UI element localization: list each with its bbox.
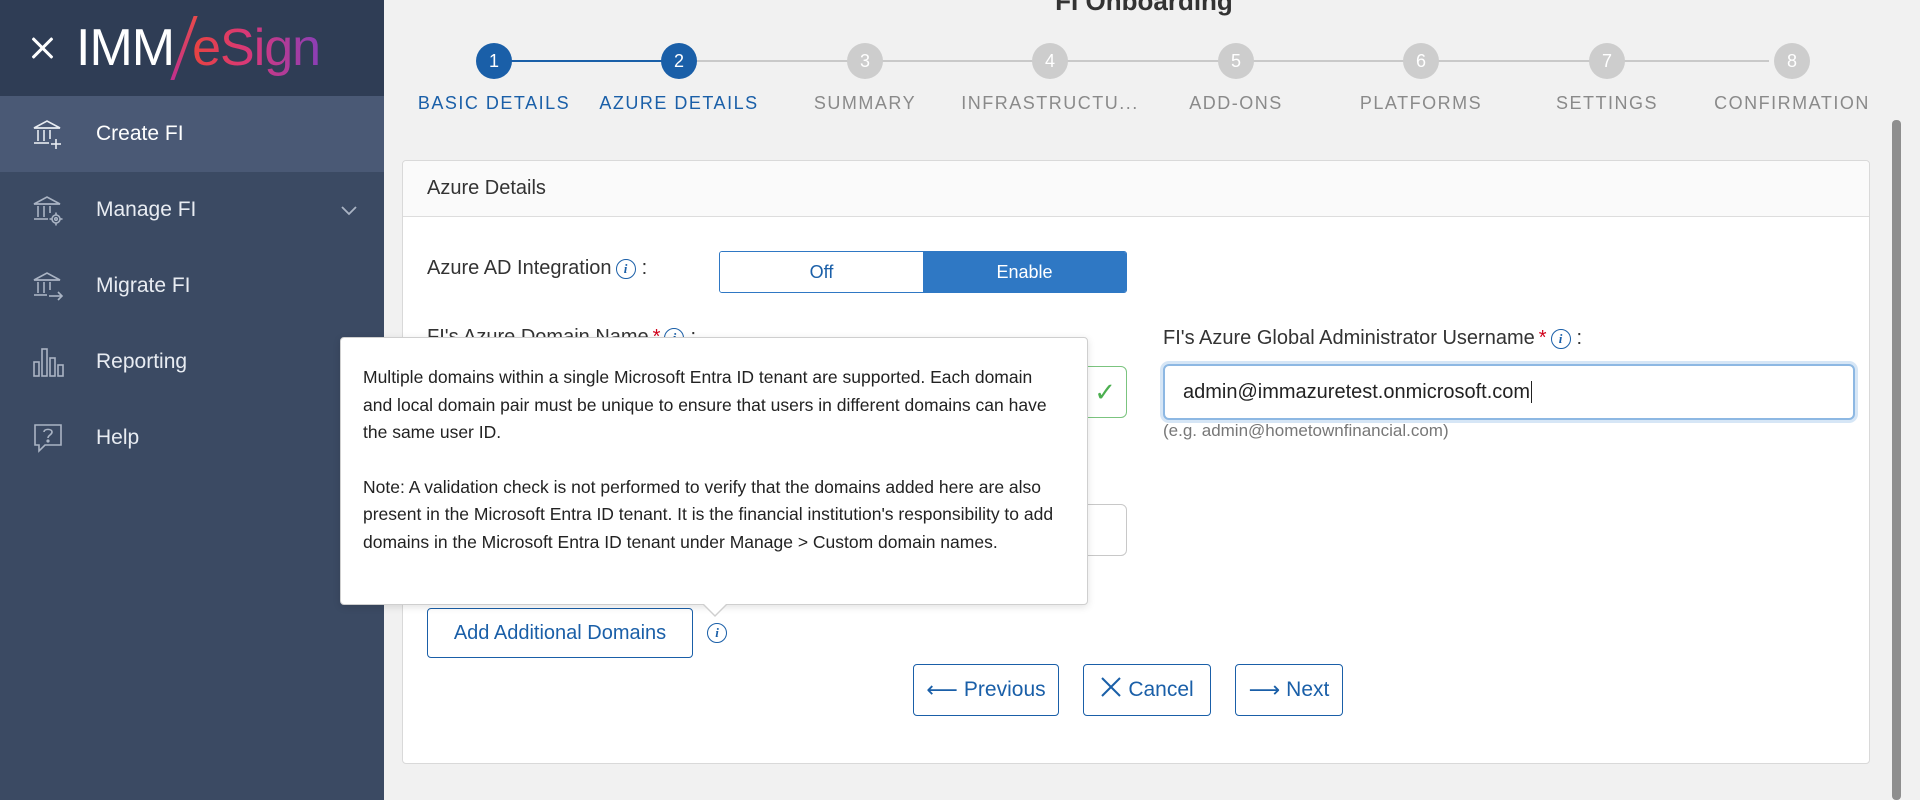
step-number: 8 bbox=[1774, 43, 1810, 79]
bar-chart-icon bbox=[28, 342, 68, 382]
step-number: 2 bbox=[661, 43, 697, 79]
step-azure-details[interactable]: 2 AZURE DETAILS bbox=[584, 40, 774, 114]
sidebar-item-label: Reporting bbox=[96, 350, 188, 373]
step-label: ADD-ONS bbox=[1189, 93, 1283, 113]
sidebar-item-reporting[interactable]: Reporting bbox=[0, 324, 384, 400]
toggle-enable-option[interactable]: Enable bbox=[923, 252, 1126, 292]
azure-ad-integration-label: Azure AD Integration i : bbox=[427, 257, 647, 280]
azure-ad-toggle[interactable]: Off Enable bbox=[719, 251, 1127, 293]
toggle-off-option[interactable]: Off bbox=[720, 252, 923, 292]
input-value: admin@immazuretest.onmicrosoft.com bbox=[1183, 380, 1531, 403]
step-confirmation[interactable]: 8 CONFIRMATION bbox=[1697, 40, 1887, 114]
page-title: FI Onboarding bbox=[1055, 0, 1233, 16]
button-label: Cancel bbox=[1128, 678, 1194, 701]
step-number: 5 bbox=[1218, 43, 1254, 79]
step-add-ons[interactable]: 5 ADD-ONS bbox=[1141, 40, 1331, 114]
bank-gear-icon bbox=[28, 190, 68, 230]
cancel-button[interactable]: Cancel bbox=[1083, 664, 1211, 716]
button-label: Previous bbox=[963, 678, 1046, 701]
bank-arrow-icon bbox=[28, 266, 68, 306]
label-colon: : bbox=[641, 257, 648, 279]
next-button[interactable]: ⟶ Next bbox=[1235, 664, 1343, 716]
question-bubble-icon bbox=[28, 418, 68, 458]
card-title: Azure Details bbox=[403, 161, 1869, 217]
field-label-text: Azure AD Integration bbox=[427, 257, 612, 279]
label-colon: : bbox=[1576, 327, 1583, 349]
field-label-text: FI's Azure Global Administrator Username bbox=[1163, 327, 1535, 349]
logo-text-imm: IMM bbox=[76, 19, 175, 77]
step-number: 3 bbox=[847, 43, 883, 79]
sidebar-item-manage-fi[interactable]: Manage FI bbox=[0, 172, 384, 248]
sidebar-item-label: Help bbox=[96, 426, 140, 449]
logo-text-esign: eSign bbox=[192, 19, 321, 77]
step-label: AZURE DETAILS bbox=[599, 93, 759, 113]
sidebar-item-migrate-fi[interactable]: Migrate FI bbox=[0, 248, 384, 324]
arrow-right-icon: ⟶ bbox=[1248, 677, 1281, 702]
step-number: 6 bbox=[1403, 43, 1439, 79]
brand-logo: IMM eSign bbox=[76, 16, 321, 80]
step-label: SUMMARY bbox=[813, 93, 917, 113]
tooltip-paragraph: Note: A validation check is not performe… bbox=[363, 476, 1054, 552]
step-settings[interactable]: 7 SETTINGS bbox=[1512, 40, 1702, 114]
step-number: 4 bbox=[1032, 43, 1068, 79]
add-additional-domains-button[interactable]: Add Additional Domains bbox=[427, 608, 693, 658]
close-icon bbox=[1100, 676, 1122, 704]
step-infrastructure[interactable]: 4 INFRASTRUCTU... bbox=[955, 40, 1145, 114]
step-label: BASIC DETAILS bbox=[417, 93, 571, 113]
info-icon[interactable]: i bbox=[615, 258, 636, 279]
sidebar-item-help[interactable]: Help bbox=[0, 400, 384, 476]
admin-username-hint: (e.g. admin@hometownfinancial.com) bbox=[1163, 421, 1449, 440]
step-basic-details[interactable]: 1 BASIC DETAILS bbox=[399, 40, 589, 114]
step-label: PLATFORMS bbox=[1359, 93, 1483, 113]
sidebar-item-label: Create FI bbox=[96, 122, 184, 145]
previous-button[interactable]: ⟵ Previous bbox=[913, 664, 1059, 716]
step-number: 7 bbox=[1589, 43, 1625, 79]
tooltip-paragraph: Multiple domains within a single Microso… bbox=[363, 367, 1047, 442]
sidebar-item-label: Migrate FI bbox=[96, 274, 191, 297]
close-icon[interactable] bbox=[28, 34, 56, 62]
sidebar-item-create-fi[interactable]: Create FI bbox=[0, 96, 384, 172]
tooltip-arrow bbox=[703, 604, 727, 617]
step-number: 1 bbox=[476, 43, 512, 79]
step-label: CONFIRMATION bbox=[1714, 93, 1870, 113]
step-platforms[interactable]: 6 PLATFORMS bbox=[1326, 40, 1516, 114]
domains-info-tooltip: Multiple domains within a single Microso… bbox=[340, 337, 1088, 605]
chevron-down-icon[interactable] bbox=[340, 198, 358, 222]
step-summary[interactable]: 3 SUMMARY bbox=[770, 40, 960, 114]
arrow-left-icon: ⟵ bbox=[926, 677, 958, 702]
stepper: 1 BASIC DETAILS 2 AZURE DETAILS 3 SUMMAR… bbox=[384, 40, 1904, 120]
azure-admin-username-input[interactable]: admin@immazuretest.onmicrosoft.com bbox=[1163, 364, 1855, 420]
info-icon[interactable]: i bbox=[1550, 328, 1571, 349]
scrollbar[interactable] bbox=[1888, 0, 1904, 800]
step-label: INFRASTRUCTU... bbox=[961, 93, 1139, 113]
scrollbar-thumb[interactable] bbox=[1892, 120, 1901, 800]
step-label: SETTINGS bbox=[1555, 93, 1658, 113]
sidebar-header: IMM eSign bbox=[0, 0, 384, 96]
info-icon[interactable]: i bbox=[707, 623, 727, 643]
button-label: Next bbox=[1286, 678, 1330, 701]
azure-admin-username-label: FI's Azure Global Administrator Username… bbox=[1163, 327, 1582, 350]
checkmark-icon: ✓ bbox=[1094, 377, 1116, 407]
required-asterisk: * bbox=[1538, 327, 1547, 349]
sidebar-item-label: Manage FI bbox=[96, 198, 197, 221]
bank-plus-icon bbox=[28, 114, 68, 154]
sidebar: IMM eSign Create FI Manage FI Migrate FI… bbox=[0, 0, 384, 800]
text-caret bbox=[1531, 381, 1533, 403]
